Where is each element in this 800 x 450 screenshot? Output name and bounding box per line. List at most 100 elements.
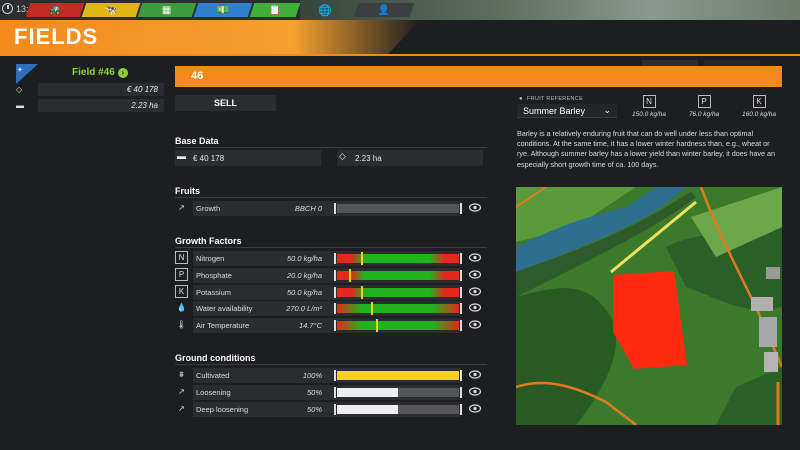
eye-icon[interactable] — [469, 403, 481, 413]
growth-factor-gradient — [337, 287, 459, 297]
growth-factor-bar — [334, 252, 462, 265]
potassium-icon: K — [752, 95, 766, 108]
growth-factor-value: 270.0 L/m² — [286, 304, 322, 314]
growth-factor-marker — [361, 252, 364, 265]
growth-factor-gradient — [337, 321, 459, 331]
growth-factor-bar — [334, 285, 462, 299]
map-building — [764, 352, 778, 372]
nav-tab-fields[interactable]: ▦ — [137, 3, 197, 17]
field-map[interactable] — [516, 187, 782, 425]
growth-factor-value: 50.0 kg/ha — [286, 287, 322, 297]
map-building — [766, 267, 780, 279]
growth-factor-gradient — [337, 304, 459, 314]
eye-icon[interactable] — [469, 303, 481, 312]
water-drop-icon: 💧 — [175, 301, 188, 314]
eye-icon[interactable] — [469, 286, 481, 296]
clock: 13: — [2, 3, 29, 14]
ground-condition-bar — [334, 386, 462, 398]
growth-factor-row-phosphate: P Phosphate 20.0 kg/ha — [175, 267, 487, 283]
field-number-bar: 46 — [175, 66, 782, 87]
section-divider — [175, 364, 487, 365]
field-title-text: Field #46 — [72, 67, 115, 78]
eye-icon[interactable] — [469, 270, 481, 279]
nav-tab-contracts[interactable]: 📋 — [249, 3, 301, 17]
nav-tab-vehicles[interactable]: 🚜 — [25, 3, 85, 17]
thermometer-icon: 🌡 — [175, 318, 188, 331]
fruit-description: Barley is a relatively enduring fruit th… — [517, 129, 775, 169]
bar-end-right — [460, 320, 462, 332]
fruit-reference-dropdown[interactable]: Summer Barley ⌄ — [517, 104, 617, 118]
nav-tab-finances[interactable]: 💵 — [193, 3, 253, 17]
bar-end-right — [460, 303, 462, 315]
nitrogen-icon: N — [642, 95, 656, 108]
bar-end-left — [334, 320, 336, 332]
base-data-area-value: 2.23 ha — [355, 153, 382, 163]
ground-condition-row-loosening: ↗ Loosening 50% — [175, 384, 487, 400]
eye-icon[interactable] — [469, 253, 481, 262]
clock-icon — [2, 3, 13, 14]
bar-end-right — [460, 370, 462, 381]
area-shape-icon: ◇ — [16, 85, 23, 94]
bar-end-left — [334, 403, 336, 415]
growth-bar — [334, 203, 462, 214]
bar-end-left — [334, 370, 336, 381]
trend-up-icon: ↗ — [178, 386, 185, 396]
phosphate-icon: P — [697, 95, 711, 108]
nutrient-k: K 160.0 kg/ha — [727, 95, 791, 118]
map-building — [759, 317, 777, 347]
bar-end-right — [460, 203, 462, 214]
bar-end-right — [460, 386, 462, 398]
money-icon: 💵 — [216, 4, 230, 16]
eye-icon[interactable] — [469, 387, 481, 396]
fruit-reference-selected: Summer Barley — [523, 105, 586, 116]
potassium-icon: K — [175, 284, 188, 298]
growth-factor-gradient — [337, 254, 459, 263]
globe-icon[interactable]: 🌐 — [318, 4, 332, 17]
ground-condition-row-deep-loosening: ↗ Deep loosening 50% — [175, 401, 487, 417]
base-data-price: ▬ € 40 178 — [175, 150, 321, 166]
growth-factor-value: 20.0 kg/ha — [286, 270, 322, 280]
field-title[interactable]: Field #46 › — [72, 67, 128, 78]
eye-icon[interactable] — [469, 320, 481, 329]
page-header: FIELDS OWNED AVAILABLE — [0, 20, 800, 80]
growth-factor-label: Water availability — [196, 304, 253, 314]
ground-condition-label: Loosening — [196, 387, 231, 397]
bulb-icon: ● — [519, 96, 523, 102]
growth-factor-bar — [334, 268, 462, 282]
nitrogen-icon: N — [175, 251, 188, 264]
ground-condition-value: 50% — [306, 387, 322, 397]
bar-end-left — [334, 286, 336, 298]
bar-end-left — [334, 253, 336, 264]
section-divider — [175, 247, 487, 248]
bar-end-left — [334, 303, 336, 315]
phosphate-icon: P — [175, 267, 188, 281]
tractor-icon: 🚜 — [48, 4, 62, 16]
nav-tab-animals[interactable]: 🐄 — [81, 3, 141, 17]
eye-icon[interactable] — [469, 370, 481, 379]
bar-end-left — [334, 203, 336, 214]
growth-factor-label: Air Temperature — [196, 321, 250, 331]
top-nav-bar: 13: 🚜 🐄 ▦ 💵 📋 🌐 👤 — [0, 0, 800, 20]
sell-button[interactable]: SELL — [175, 95, 276, 111]
eye-icon[interactable] — [469, 203, 481, 212]
farmer-badge-icon: ✦ — [17, 67, 23, 74]
growth-factor-value: 14.7°C — [298, 321, 322, 331]
growth-factor-bar — [334, 319, 462, 333]
growth-factor-gradient — [337, 270, 459, 280]
ground-condition-row-cultivated: ⩩ Cultivated 100% — [175, 368, 487, 383]
base-data-area: ◇ 2.23 ha — [337, 150, 483, 166]
growth-value: BBCH 0 — [294, 204, 322, 213]
growth-factor-marker — [376, 319, 379, 333]
chevron-right-icon[interactable]: › — [117, 67, 128, 78]
nav-tab-farm[interactable]: 👤 — [353, 3, 415, 17]
ground-conditions-title: Ground conditions — [175, 353, 256, 363]
bar-end-right — [460, 286, 462, 298]
grid-icon: ▦ — [162, 4, 172, 16]
nutrient-k-value: 160.0 kg/ha — [742, 111, 776, 118]
field-summary-panel[interactable]: ✦ Field #46 › ◇ € 40 178 ▬ 2.23 ha — [12, 64, 164, 120]
bar-end-left — [334, 269, 336, 281]
ground-condition-fill — [337, 387, 398, 397]
growth-factor-row-nitrogen: N Nitrogen 50.0 kg/ha — [175, 251, 487, 266]
ground-condition-fill — [337, 404, 398, 414]
growth-row: ↗ Growth BBCH 0 — [175, 201, 487, 216]
